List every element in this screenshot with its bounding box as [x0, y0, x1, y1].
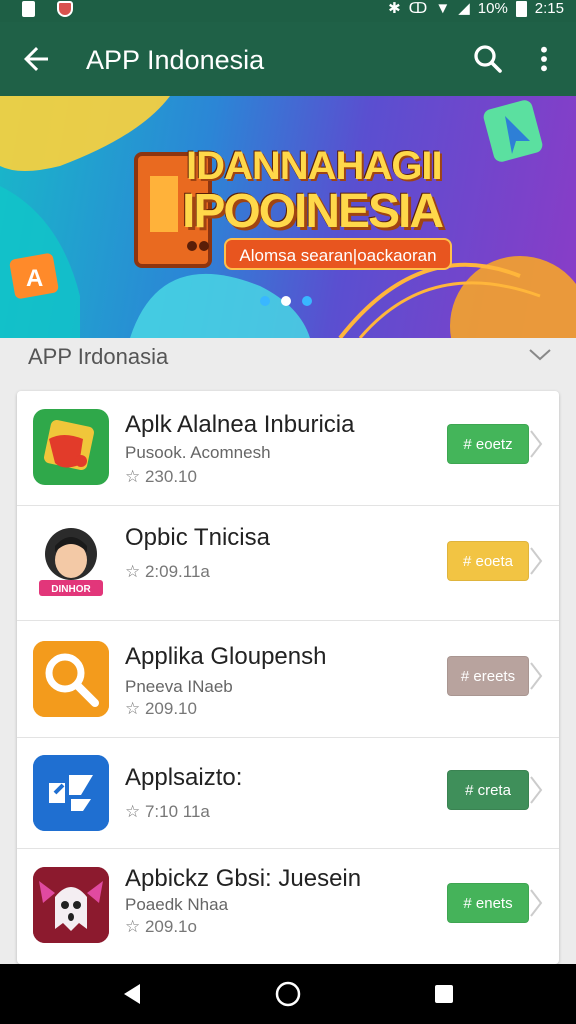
app-rating: ☆ 2:09.11a — [125, 562, 210, 581]
system-nav-bar — [0, 964, 576, 1024]
red-app-icon — [33, 409, 109, 485]
app-name: Aplk Alalnea Inburicia — [125, 411, 355, 438]
app-name: Apbickz Gbsi: Juesein — [125, 865, 362, 892]
avatar-app-icon: DINHOR — [33, 522, 109, 598]
search-icon[interactable] — [470, 41, 506, 77]
nav-recents-icon[interactable] — [430, 980, 458, 1008]
shield-icon — [57, 1, 73, 17]
app-developer: Poaedk Nhaa — [125, 895, 229, 914]
list-item[interactable]: Aplk Alalnea Inburicia Pusook. Acomnesh … — [17, 391, 559, 506]
list-item[interactable]: Applika Gloupensh Pneeva INaeb ☆ 209.10 … — [17, 621, 559, 738]
install-button[interactable]: # eoeta — [447, 541, 529, 581]
section-title: APP Irdonasia — [28, 344, 169, 369]
nav-back-icon[interactable] — [118, 980, 146, 1008]
battery-icon — [515, 1, 527, 17]
featured-banner[interactable]: A IDANNAHAGII IPOOINESIA Alomsa searan|o… — [0, 96, 576, 338]
status-bar: ✱ ↀ ▼ ◢ 10% 2:15 — [0, 0, 576, 22]
app-rating: ☆ 209.1o — [125, 917, 197, 936]
bluetooth-icon: ✱ — [388, 0, 401, 17]
list-item[interactable]: DINHOR Opbic Tnicisa ☆ 2:09.11a # eoeta — [17, 506, 559, 621]
install-button[interactable]: # enets — [447, 883, 529, 923]
section-header[interactable]: APP Irdonasia — [0, 338, 576, 378]
sim-icon — [22, 1, 35, 17]
svg-text:A: A — [26, 265, 43, 292]
chevron-right-icon — [530, 889, 543, 917]
chevron-right-icon — [530, 430, 543, 458]
more-vert-icon[interactable] — [528, 41, 560, 77]
app-rating: ☆ 230.10 — [125, 467, 197, 486]
carousel-dot[interactable] — [302, 296, 312, 306]
list-item[interactable]: Apbickz Gbsi: Juesein Poaedk Nhaa ☆ 209.… — [17, 849, 559, 964]
app-name: Applika Gloupensh — [125, 643, 327, 670]
signal-icon: ◢ — [458, 0, 470, 17]
app-name: Opbic Tnicisa — [125, 524, 270, 551]
app-name: Applsaizto: — [125, 764, 243, 791]
app-developer: Pusook. Acomnesh — [125, 443, 271, 462]
nav-home-icon[interactable] — [274, 980, 302, 1008]
chevron-right-icon — [530, 776, 543, 804]
install-button[interactable]: # creta — [447, 770, 529, 810]
page-title: APP Indonesia — [86, 45, 265, 75]
carousel-dot-active[interactable] — [281, 296, 291, 306]
install-button[interactable]: # ereets — [447, 656, 529, 696]
vibrate-icon: ↀ — [408, 0, 428, 17]
ghost-app-icon — [33, 867, 109, 943]
list-item[interactable]: Applsaizto: ☆ 7:10 11a # creta — [17, 738, 559, 849]
magnifier-app-icon — [33, 641, 109, 717]
icon-caption: DINHOR — [51, 584, 91, 595]
clock: 2:15 — [534, 0, 564, 17]
blue-app-icon — [33, 755, 109, 831]
carousel-dot[interactable] — [260, 296, 270, 306]
banner-headline: IDANNAHAGII — [186, 144, 443, 188]
chevron-right-icon — [530, 547, 543, 575]
banner-headline-2: IPOOINESIA — [182, 185, 444, 238]
app-rating: ☆ 209.10 — [125, 699, 197, 718]
banner-tagline: Alomsa searan|oackaoran — [224, 238, 452, 270]
app-rating: ☆ 7:10 11a — [125, 802, 210, 821]
chevron-down-icon[interactable] — [528, 344, 552, 364]
app-developer: Pneeva INaeb — [125, 677, 233, 696]
wifi-icon: ▼ — [435, 0, 451, 17]
arrow-left-icon[interactable] — [18, 41, 54, 77]
app-list: Aplk Alalnea Inburicia Pusook. Acomnesh … — [17, 391, 559, 964]
carousel-indicator — [260, 296, 312, 306]
chevron-right-icon — [530, 662, 543, 690]
install-button[interactable]: # eoetz — [447, 424, 529, 464]
battery-percent: 10% — [477, 0, 508, 17]
app-bar: APP Indonesia — [0, 22, 576, 96]
